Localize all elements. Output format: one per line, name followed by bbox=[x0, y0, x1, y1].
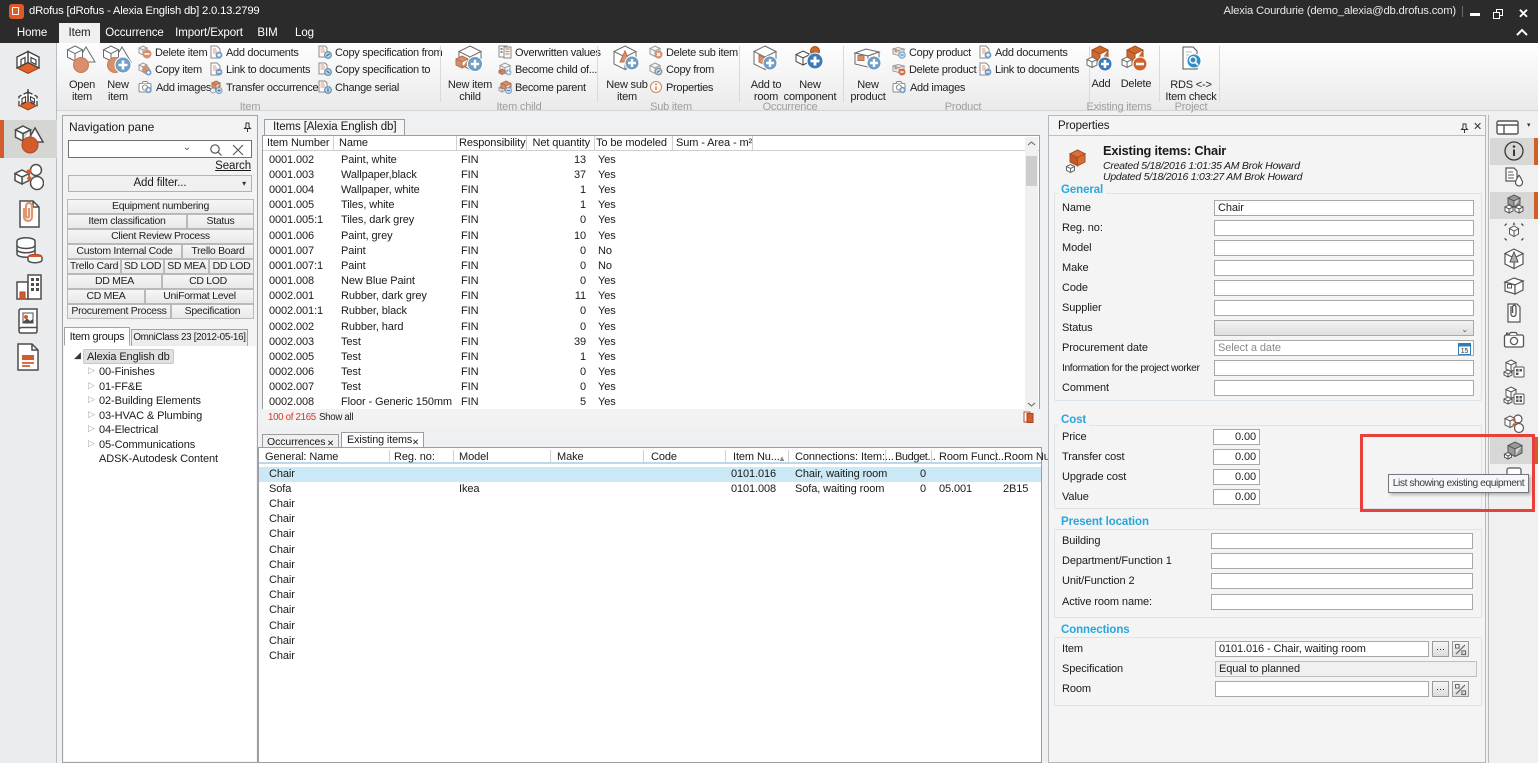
svg-text:15: 15 bbox=[1461, 348, 1469, 355]
